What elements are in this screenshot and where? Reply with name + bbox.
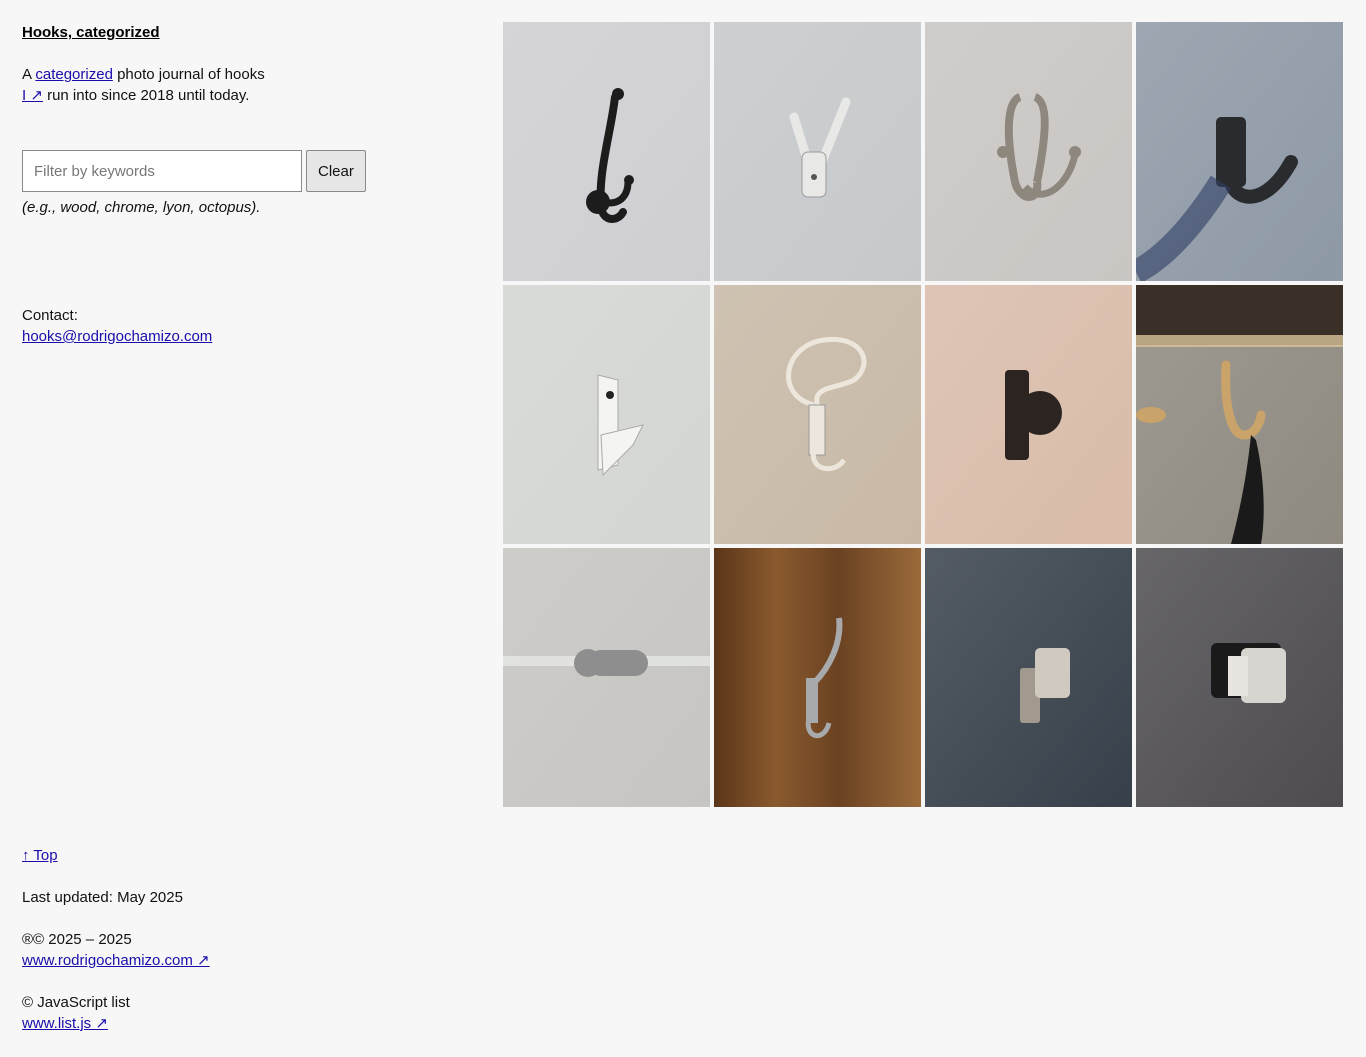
intro-middle: photo journal of hooks: [112, 66, 265, 83]
site-title: Hooks, categorized: [22, 22, 160, 43]
square-steel-hook-dark-wall-photo[interactable]: [925, 548, 1132, 807]
last-updated: Last updated: May 2025: [22, 889, 183, 906]
black-knob-hook-photo[interactable]: [925, 285, 1132, 544]
author-link[interactable]: I ↗: [22, 87, 43, 104]
contact-email-link[interactable]: hooks@rodrigochamizo.com: [22, 328, 212, 345]
categorized-link[interactable]: categorized: [35, 66, 113, 83]
steel-glass-hook-photo[interactable]: [503, 548, 710, 807]
clear-button[interactable]: Clear: [306, 150, 366, 192]
white-wire-hook-photo[interactable]: [714, 285, 921, 544]
chrome-hook-on-wood-door-photo[interactable]: [714, 548, 921, 807]
filter-hint: (e.g., wood, chrome, lyon, octopus).: [22, 199, 261, 216]
intro-prefix: A: [22, 66, 36, 83]
square-chrome-hook-dark-wall-photo[interactable]: [1136, 548, 1343, 807]
intro-suffix: run into since 2018 until today.: [42, 87, 250, 104]
nickel-double-hook-photo[interactable]: [925, 22, 1132, 281]
js-credit: © JavaScript list: [22, 994, 130, 1011]
photo-gallery: [503, 22, 1344, 807]
listjs-link[interactable]: www.list.js ↗: [22, 1015, 108, 1032]
back-to-top-link[interactable]: ↑ Top: [22, 847, 58, 864]
brass-under-shelf-hook-photo[interactable]: [1136, 285, 1343, 544]
black-angled-hook-photo[interactable]: [1136, 22, 1343, 281]
filter-bar: Clear: [22, 150, 366, 192]
site-title-link[interactable]: Hooks, categorized: [22, 24, 160, 41]
contact-block: Contact: hooks@rodrigochamizo.com: [22, 305, 212, 347]
filter-input[interactable]: [22, 150, 302, 192]
footer: ↑ Top Last updated: May 2025 ®© 2025 – 2…: [22, 845, 210, 1034]
intro-text: A categorized photo journal of hooks I ↗…: [22, 64, 322, 106]
contact-label: Contact:: [22, 307, 78, 324]
white-plastic-hook-photo[interactable]: [503, 285, 710, 544]
copyright: ®© 2025 – 2025: [22, 931, 132, 948]
white-v-hook-photo[interactable]: [714, 22, 921, 281]
black-double-hook-photo[interactable]: [503, 22, 710, 281]
website-link[interactable]: www.rodrigochamizo.com ↗: [22, 952, 210, 969]
